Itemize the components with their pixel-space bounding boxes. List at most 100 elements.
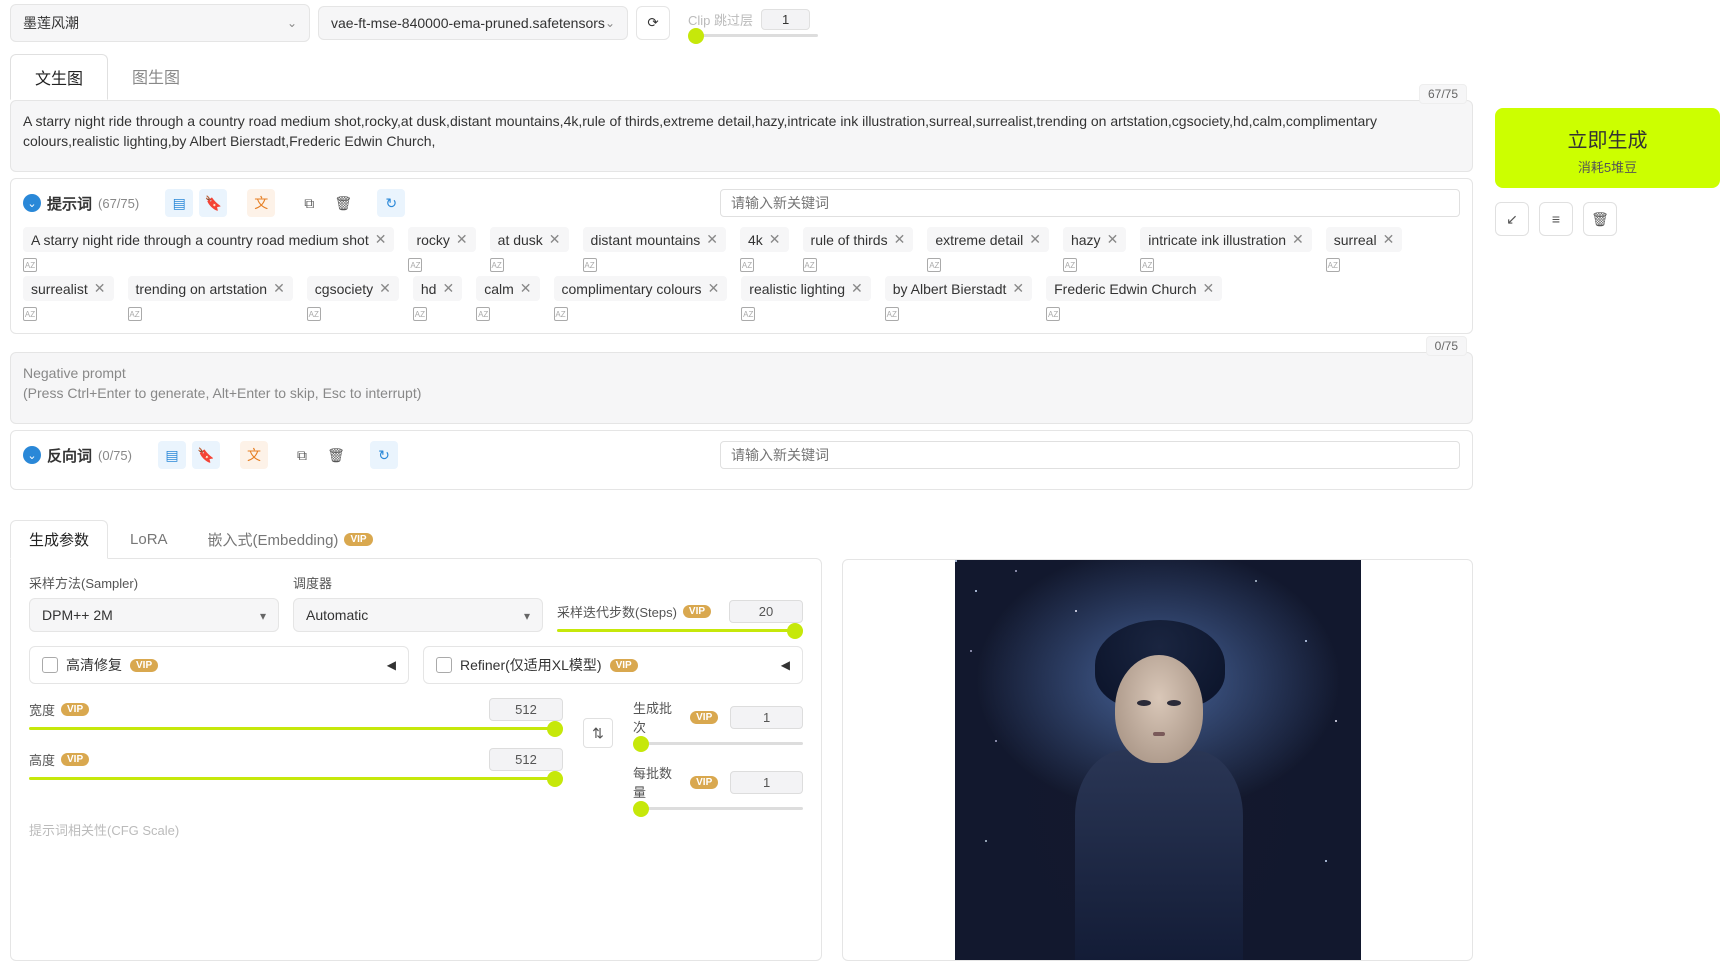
delete-icon[interactable]: 🗑 (329, 189, 357, 217)
close-icon[interactable]: ✕ (94, 280, 106, 297)
width-slider[interactable] (29, 727, 563, 730)
prompt-tag[interactable]: rocky✕AZ (408, 227, 475, 252)
refiner-toggle[interactable]: Refiner(仅适用XL模型) VIP ◀ (423, 646, 803, 684)
keyword-input[interactable] (720, 189, 1460, 217)
action-arrow-button[interactable]: ↙ (1495, 202, 1529, 236)
prompt-tag[interactable]: hazy✕AZ (1063, 227, 1126, 252)
close-icon[interactable]: ✕ (1203, 280, 1215, 297)
ptab-lora[interactable]: LoRA (112, 520, 186, 559)
az-icon[interactable]: AZ (490, 258, 504, 272)
prompt-tool1-icon[interactable]: ▤ (165, 189, 193, 217)
az-icon[interactable]: AZ (1326, 258, 1340, 272)
az-icon[interactable]: AZ (583, 258, 597, 272)
close-icon[interactable]: ✕ (379, 280, 391, 297)
close-icon[interactable]: ✕ (442, 280, 454, 297)
swap-wh-button[interactable]: ⇅ (583, 718, 613, 748)
close-icon[interactable]: ✕ (1029, 231, 1041, 248)
vae-dropdown[interactable]: vae-ft-mse-840000-ema-pruned.safetensors… (318, 6, 628, 40)
az-icon[interactable]: AZ (23, 307, 37, 321)
az-icon[interactable]: AZ (23, 258, 37, 272)
prompt-textarea[interactable]: A starry night ride through a country ro… (10, 100, 1473, 172)
prompt-tag[interactable]: surrealist✕AZ (23, 276, 114, 301)
prompt-tag[interactable]: Frederic Edwin Church✕AZ (1046, 276, 1222, 301)
close-icon[interactable]: ✕ (708, 280, 720, 297)
batch-size-value[interactable]: 1 (730, 771, 803, 794)
prompt-tag[interactable]: complimentary colours✕AZ (554, 276, 728, 301)
height-value[interactable]: 512 (489, 748, 563, 771)
close-icon[interactable]: ✕ (1383, 231, 1395, 248)
az-icon[interactable]: AZ (1046, 307, 1060, 321)
neg-keyword-input[interactable] (720, 441, 1460, 469)
prompt-tag[interactable]: 4k✕AZ (740, 227, 789, 252)
prompt-tag[interactable]: surreal✕AZ (1326, 227, 1403, 252)
prompt-tag[interactable]: trending on artstation✕AZ (128, 276, 293, 301)
output-image[interactable] (955, 560, 1361, 960)
az-icon[interactable]: AZ (476, 307, 490, 321)
close-icon[interactable]: ✕ (520, 280, 532, 297)
tab-img2img[interactable]: 图生图 (108, 54, 204, 100)
refresh-tags-icon[interactable]: ↻ (377, 189, 405, 217)
prompt-tag[interactable]: distant mountains✕AZ (583, 227, 726, 252)
az-icon[interactable]: AZ (740, 258, 754, 272)
height-slider[interactable] (29, 777, 563, 780)
action-delete-button[interactable]: 🗑 (1583, 202, 1617, 236)
prompt-tag[interactable]: cgsociety✕AZ (307, 276, 399, 301)
prompt-tag[interactable]: at dusk✕AZ (490, 227, 569, 252)
action-list-button[interactable]: ≡ (1539, 202, 1573, 236)
az-icon[interactable]: AZ (803, 258, 817, 272)
prompt-tag[interactable]: realistic lighting✕AZ (741, 276, 870, 301)
close-icon[interactable]: ✕ (456, 231, 468, 248)
prompt-tag[interactable]: A starry night ride through a country ro… (23, 227, 394, 252)
close-icon[interactable]: ✕ (894, 231, 906, 248)
copy-icon[interactable]: ⧉ (288, 441, 316, 469)
steps-value[interactable]: 20 (729, 600, 803, 623)
batch-size-slider[interactable] (633, 807, 803, 810)
close-icon[interactable]: ✕ (769, 231, 781, 248)
close-icon[interactable]: ✕ (1107, 231, 1119, 248)
refresh-tags-icon[interactable]: ↻ (370, 441, 398, 469)
close-icon[interactable]: ✕ (1012, 280, 1024, 297)
prompt-tag[interactable]: calm✕AZ (476, 276, 539, 301)
az-icon[interactable]: AZ (307, 307, 321, 321)
clip-skip-slider[interactable] (688, 34, 818, 37)
az-icon[interactable]: AZ (413, 307, 427, 321)
steps-slider[interactable] (557, 629, 803, 632)
ptab-params[interactable]: 生成参数 (10, 520, 108, 559)
az-icon[interactable]: AZ (741, 307, 755, 321)
az-icon[interactable]: AZ (554, 307, 568, 321)
bookmark-icon[interactable]: 🔖 (199, 189, 227, 217)
prompt-tag[interactable]: by Albert Bierstadt✕AZ (885, 276, 1032, 301)
delete-icon[interactable]: 🗑 (322, 441, 350, 469)
az-icon[interactable]: AZ (885, 307, 899, 321)
ptab-embedding[interactable]: 嵌入式(Embedding) VIP (190, 520, 391, 559)
negative-prompt-textarea[interactable]: Negative prompt (Press Ctrl+Enter to gen… (10, 352, 1473, 424)
width-value[interactable]: 512 (489, 698, 563, 721)
az-icon[interactable]: AZ (408, 258, 422, 272)
prompt-tag[interactable]: extreme detail✕AZ (927, 227, 1049, 252)
close-icon[interactable]: ✕ (273, 280, 285, 297)
az-icon[interactable]: AZ (927, 258, 941, 272)
close-icon[interactable]: ✕ (375, 231, 387, 248)
scheduler-dropdown[interactable]: Automatic (293, 598, 543, 632)
batch-count-value[interactable]: 1 (730, 706, 803, 729)
collapse-icon[interactable]: ⌄ (23, 446, 41, 464)
close-icon[interactable]: ✕ (706, 231, 718, 248)
tab-txt2img[interactable]: 文生图 (10, 54, 108, 100)
checkpoint-dropdown[interactable]: 墨莲风潮 ⌄ (10, 4, 310, 42)
translate-icon[interactable]: 文 (247, 189, 275, 217)
close-icon[interactable]: ✕ (549, 231, 561, 248)
hires-fix-toggle[interactable]: 高清修复 VIP ◀ (29, 646, 409, 684)
translate-icon[interactable]: 文 (240, 441, 268, 469)
az-icon[interactable]: AZ (128, 307, 142, 321)
collapse-icon[interactable]: ⌄ (23, 194, 41, 212)
bookmark-icon[interactable]: 🔖 (192, 441, 220, 469)
az-icon[interactable]: AZ (1063, 258, 1077, 272)
prompt-tag[interactable]: rule of thirds✕AZ (803, 227, 914, 252)
close-icon[interactable]: ✕ (851, 280, 863, 297)
close-icon[interactable]: ✕ (1292, 231, 1304, 248)
prompt-tag[interactable]: hd✕AZ (413, 276, 462, 301)
prompt-tag[interactable]: intricate ink illustration✕AZ (1140, 227, 1311, 252)
copy-icon[interactable]: ⧉ (295, 189, 323, 217)
neg-tool1-icon[interactable]: ▤ (158, 441, 186, 469)
batch-count-slider[interactable] (633, 742, 803, 745)
